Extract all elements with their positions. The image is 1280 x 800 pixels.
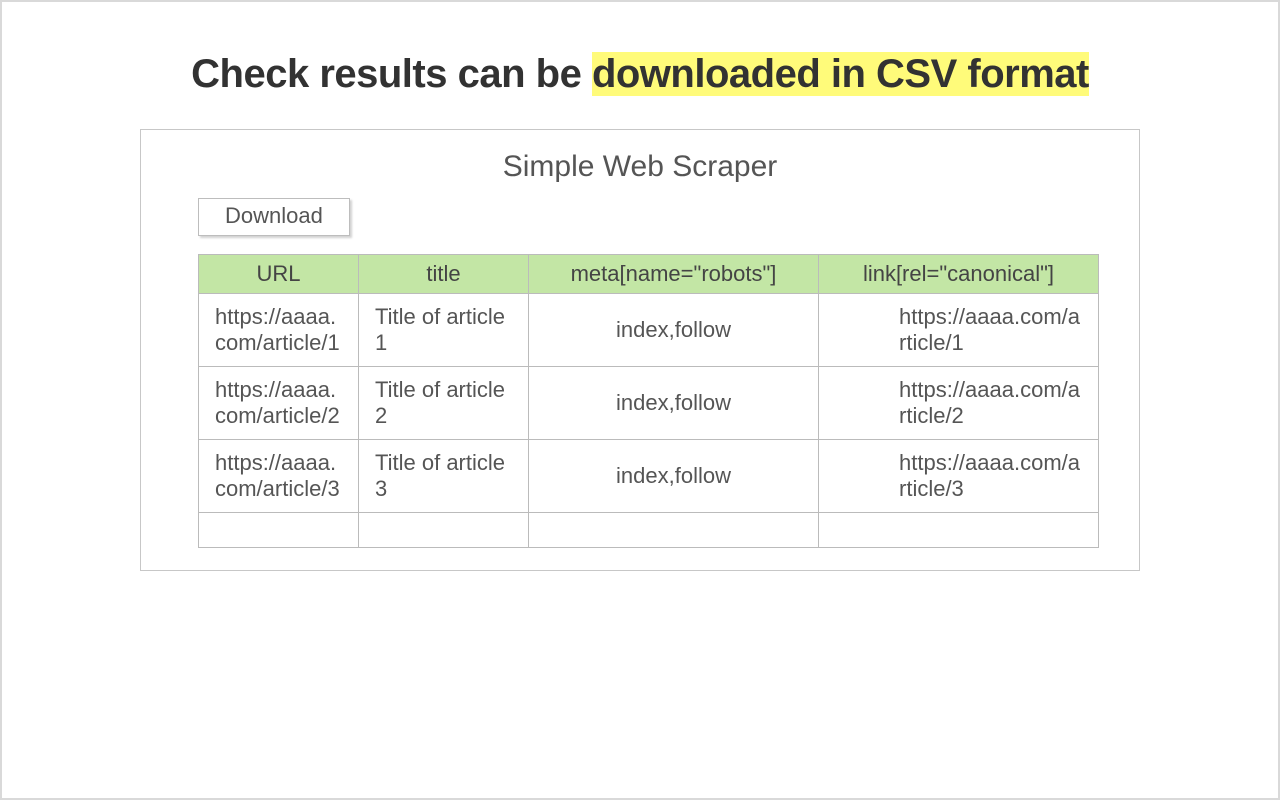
table-row: https://aaaa.com/article/1 Title of arti…	[199, 294, 1099, 367]
cell-canonical: https://aaaa.com/article/1	[819, 294, 1099, 367]
cell-empty	[819, 513, 1099, 548]
cell-title: Title of article 2	[359, 367, 529, 440]
cell-url: https://aaaa.com/article/3	[199, 440, 359, 513]
panel-title: Simple Web Scraper	[141, 150, 1139, 184]
th-canonical: link[rel="canonical"]	[819, 255, 1099, 294]
cell-robots: index,follow	[529, 367, 819, 440]
th-url: URL	[199, 255, 359, 294]
download-button[interactable]: Download	[198, 198, 350, 236]
cell-title: Title of article 1	[359, 294, 529, 367]
cell-empty	[529, 513, 819, 548]
th-robots: meta[name="robots"]	[529, 255, 819, 294]
heading-highlight: downloaded in CSV format	[592, 52, 1089, 96]
cell-canonical: https://aaaa.com/article/3	[819, 440, 1099, 513]
cell-robots: index,follow	[529, 440, 819, 513]
cell-url: https://aaaa.com/article/1	[199, 294, 359, 367]
table-header-row: URL title meta[name="robots"] link[rel="…	[199, 255, 1099, 294]
page-heading: Check results can be downloaded in CSV f…	[2, 52, 1278, 97]
th-title: title	[359, 255, 529, 294]
cell-robots: index,follow	[529, 294, 819, 367]
table-row: https://aaaa.com/article/2 Title of arti…	[199, 367, 1099, 440]
cell-empty	[359, 513, 529, 548]
cell-url: https://aaaa.com/article/2	[199, 367, 359, 440]
scraper-panel: Simple Web Scraper Download URL title me…	[140, 129, 1140, 571]
cell-title: Title of article 3	[359, 440, 529, 513]
cell-canonical: https://aaaa.com/article/2	[819, 367, 1099, 440]
table-row-empty	[199, 513, 1099, 548]
results-table: URL title meta[name="robots"] link[rel="…	[198, 254, 1099, 548]
heading-prefix: Check results can be	[191, 52, 592, 96]
cell-empty	[199, 513, 359, 548]
table-row: https://aaaa.com/article/3 Title of arti…	[199, 440, 1099, 513]
